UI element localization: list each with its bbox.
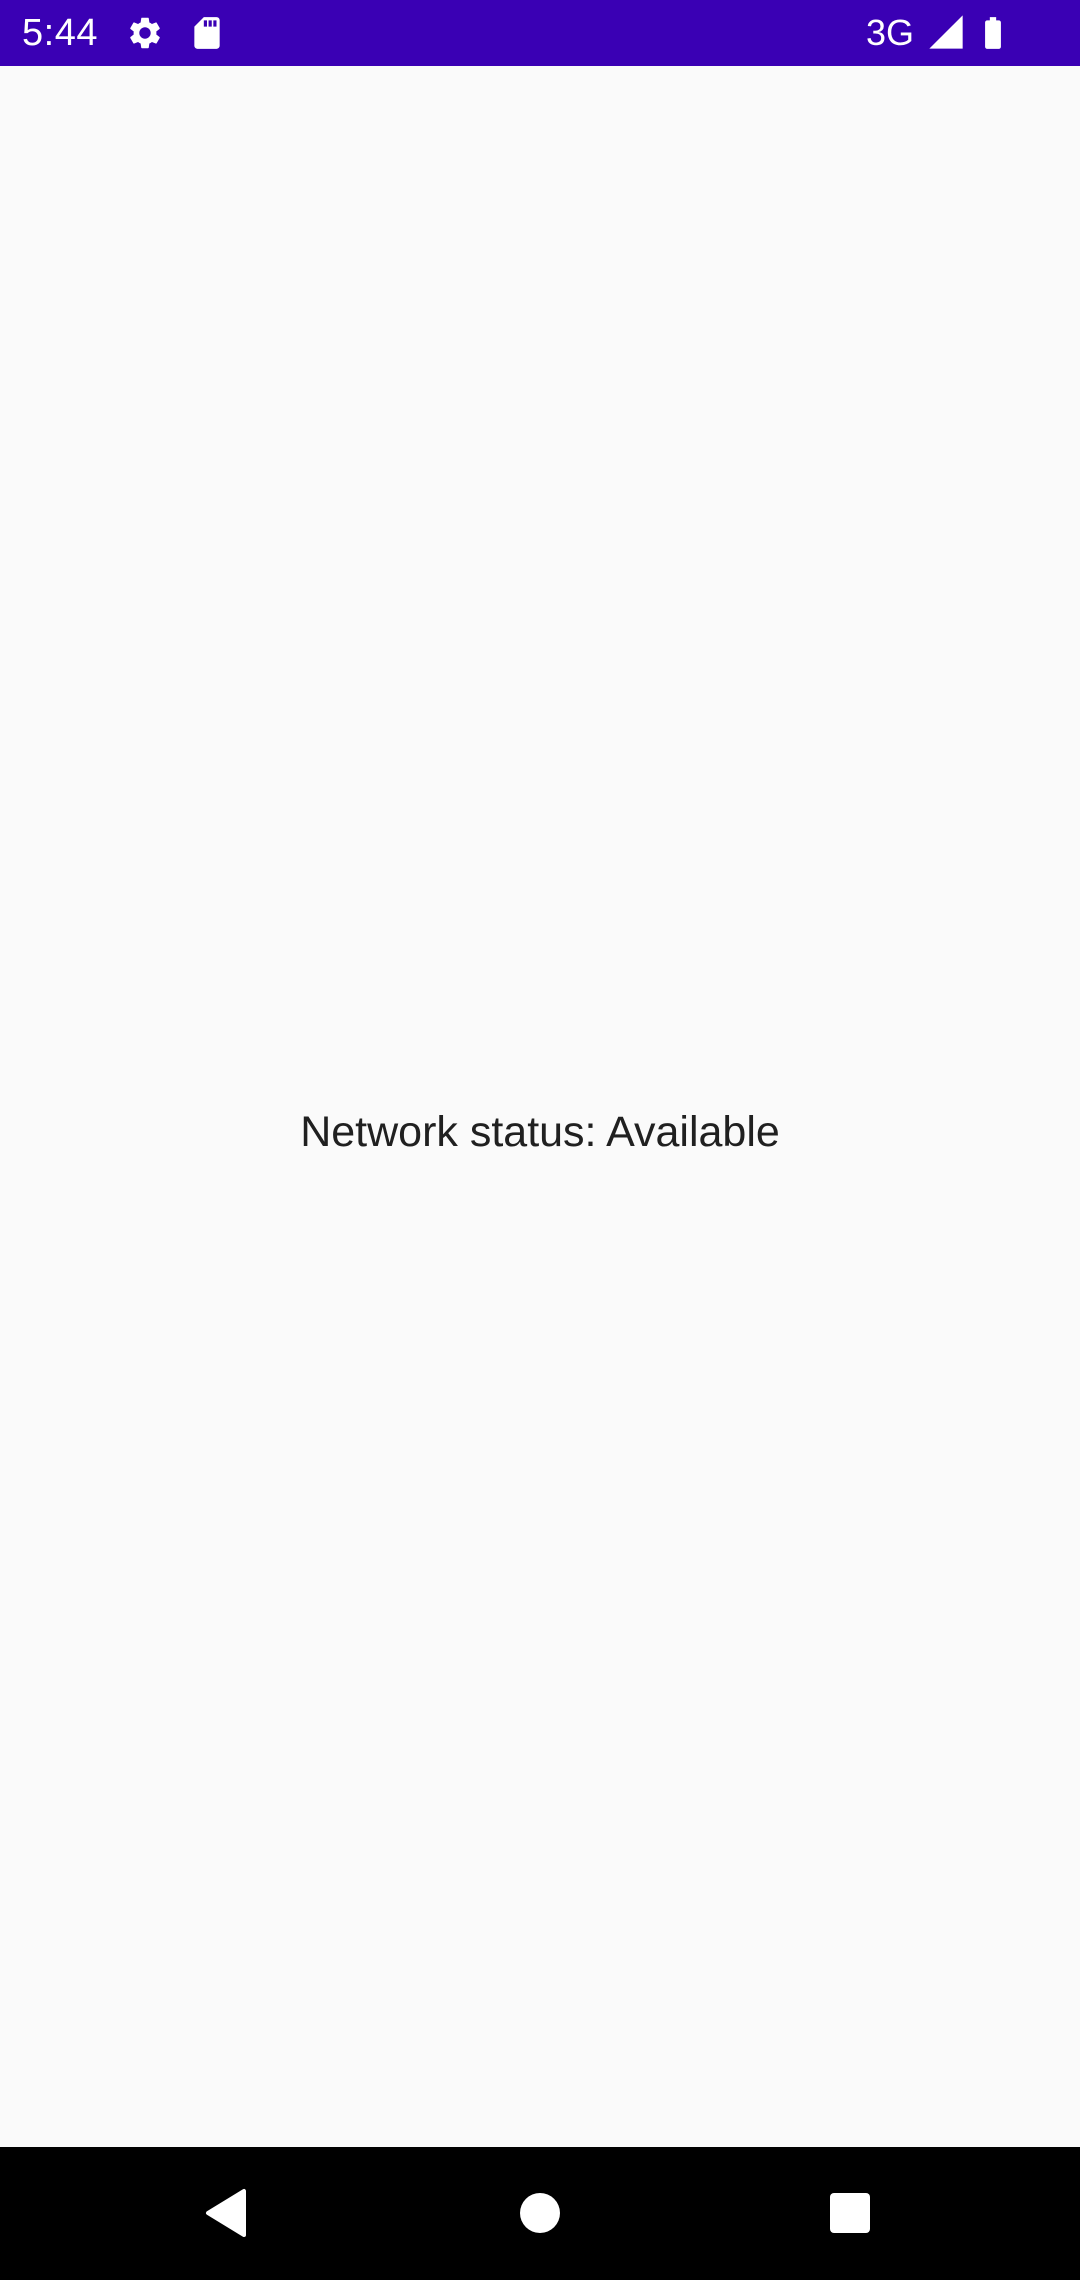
- sd-card-icon: [188, 14, 226, 52]
- back-icon[interactable]: [186, 2173, 266, 2253]
- network-status-text: Network status: Available: [300, 1108, 780, 1156]
- status-time: 5:44: [22, 12, 98, 54]
- app-screen: 5:44 3G Network status: Available: [0, 0, 1080, 2280]
- settings-gear-icon: [126, 14, 164, 52]
- status-bar: 5:44 3G: [0, 0, 1080, 66]
- recents-icon[interactable]: [810, 2173, 890, 2253]
- battery-icon: [974, 12, 1012, 54]
- signal-icon: [926, 12, 966, 52]
- network-type-label: 3G: [866, 12, 915, 53]
- navigation-bar: [0, 2147, 1080, 2280]
- home-icon[interactable]: [500, 2173, 580, 2253]
- main-content: Network status: Available: [0, 66, 1080, 2147]
